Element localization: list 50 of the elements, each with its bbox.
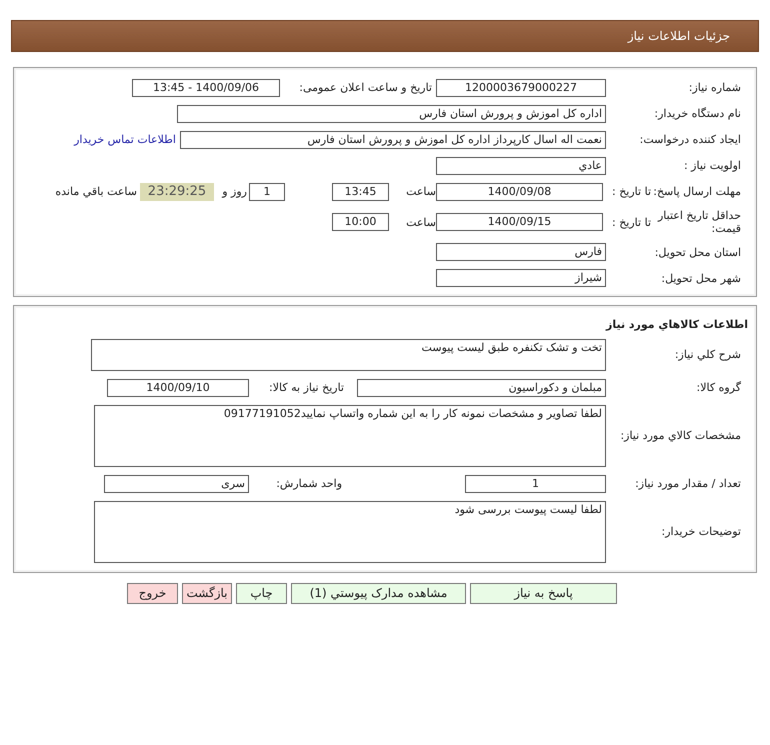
- value-field: اداره کل اموزش و پرورش استان فارس: [177, 105, 606, 123]
- countdown-field: 23:29:25: [140, 183, 214, 201]
- value-field: 1: [249, 183, 285, 201]
- field-label: روز و: [220, 185, 247, 199]
- field-label: تاریخ نیاز به کالا:: [268, 381, 344, 394]
- action-button[interactable]: چاپ: [236, 582, 287, 604]
- value-field: 10:00: [332, 213, 389, 232]
- value-field: 1200003679000227: [436, 79, 606, 97]
- value-field: 1400/09/08: [436, 183, 603, 201]
- value-field: مبلمان و دکوراسیون: [357, 378, 606, 397]
- value-field: فارس: [436, 243, 606, 262]
- field-label: شماره نیاز:: [688, 81, 742, 95]
- contact-link[interactable]: اطلاعات تماس خریدار: [64, 132, 176, 148]
- field-label: شهر محل تحویل:: [660, 272, 742, 285]
- value-field: 1: [465, 474, 606, 493]
- field-label: مهلت ارسال پاسخ:: [652, 185, 742, 199]
- action-button[interactable]: بازگشت: [182, 582, 232, 604]
- field-label: ساعت باقي مانده: [54, 185, 137, 199]
- value-field: 1400/09/15: [436, 213, 603, 232]
- text-area: لطفا لیست پیوست بررسی شود: [94, 500, 606, 563]
- value-field: سری: [104, 474, 249, 493]
- field-label: ساعت: [405, 216, 436, 229]
- action-button[interactable]: خروج: [127, 582, 178, 604]
- field-label: مشخصات کالاي مورد نیاز:: [619, 429, 742, 442]
- field-label: تاریخ و ساعت اعلان عمومی:: [298, 81, 432, 95]
- text-area: لطفا تصاویر و مشخصات نمونه کار را به این شماره واتساپ نمایید09177191052: [94, 404, 606, 467]
- field-label: نام دستگاه خریدار:: [653, 107, 742, 121]
- value-field: 1400/09/10: [107, 378, 249, 397]
- action-button[interactable]: مشاهده مدارک پیوستي (1): [291, 582, 466, 604]
- field-label: استان محل تحویل:: [654, 246, 742, 259]
- section-title: اطلاعات کالاهاي مورد نیاز: [606, 317, 749, 334]
- field-label: حداقل تاریخ اعتبار قیمت:: [656, 209, 742, 236]
- field-label: تا تاریخ :: [611, 185, 651, 199]
- value-field: 13:45: [332, 183, 389, 201]
- field-label: ساعت: [405, 185, 436, 199]
- field-label: واحد شمارش:: [275, 477, 342, 490]
- field-label: شرح کلي نیاز:: [674, 348, 742, 362]
- value-field: عادي: [436, 157, 606, 175]
- value-field: شیراز: [436, 269, 606, 288]
- action-button[interactable]: پاسخ به نیاز: [470, 582, 617, 604]
- page-title: جزئیات اطلاعات نیاز: [628, 28, 730, 45]
- field-label: اولویت نیاز :: [682, 159, 742, 173]
- value-field: 1400/09/06 - 13:45: [132, 79, 280, 97]
- field-label: گروه کالا:: [696, 381, 742, 394]
- field-label: ایجاد کننده درخواست:: [638, 133, 742, 147]
- field-label: توضیحات خریدار:: [660, 525, 742, 538]
- value-field: نعمت اله اسال کارپرداز اداره کل اموزش و پرورش استان فارس: [180, 131, 606, 149]
- field-label: تا تاریخ :: [611, 216, 651, 229]
- text-area: تخت و تشک تکنفره طبق لیست پیوست: [91, 338, 606, 371]
- field-label: تعداد / مقدار مورد نیاز:: [634, 477, 742, 490]
